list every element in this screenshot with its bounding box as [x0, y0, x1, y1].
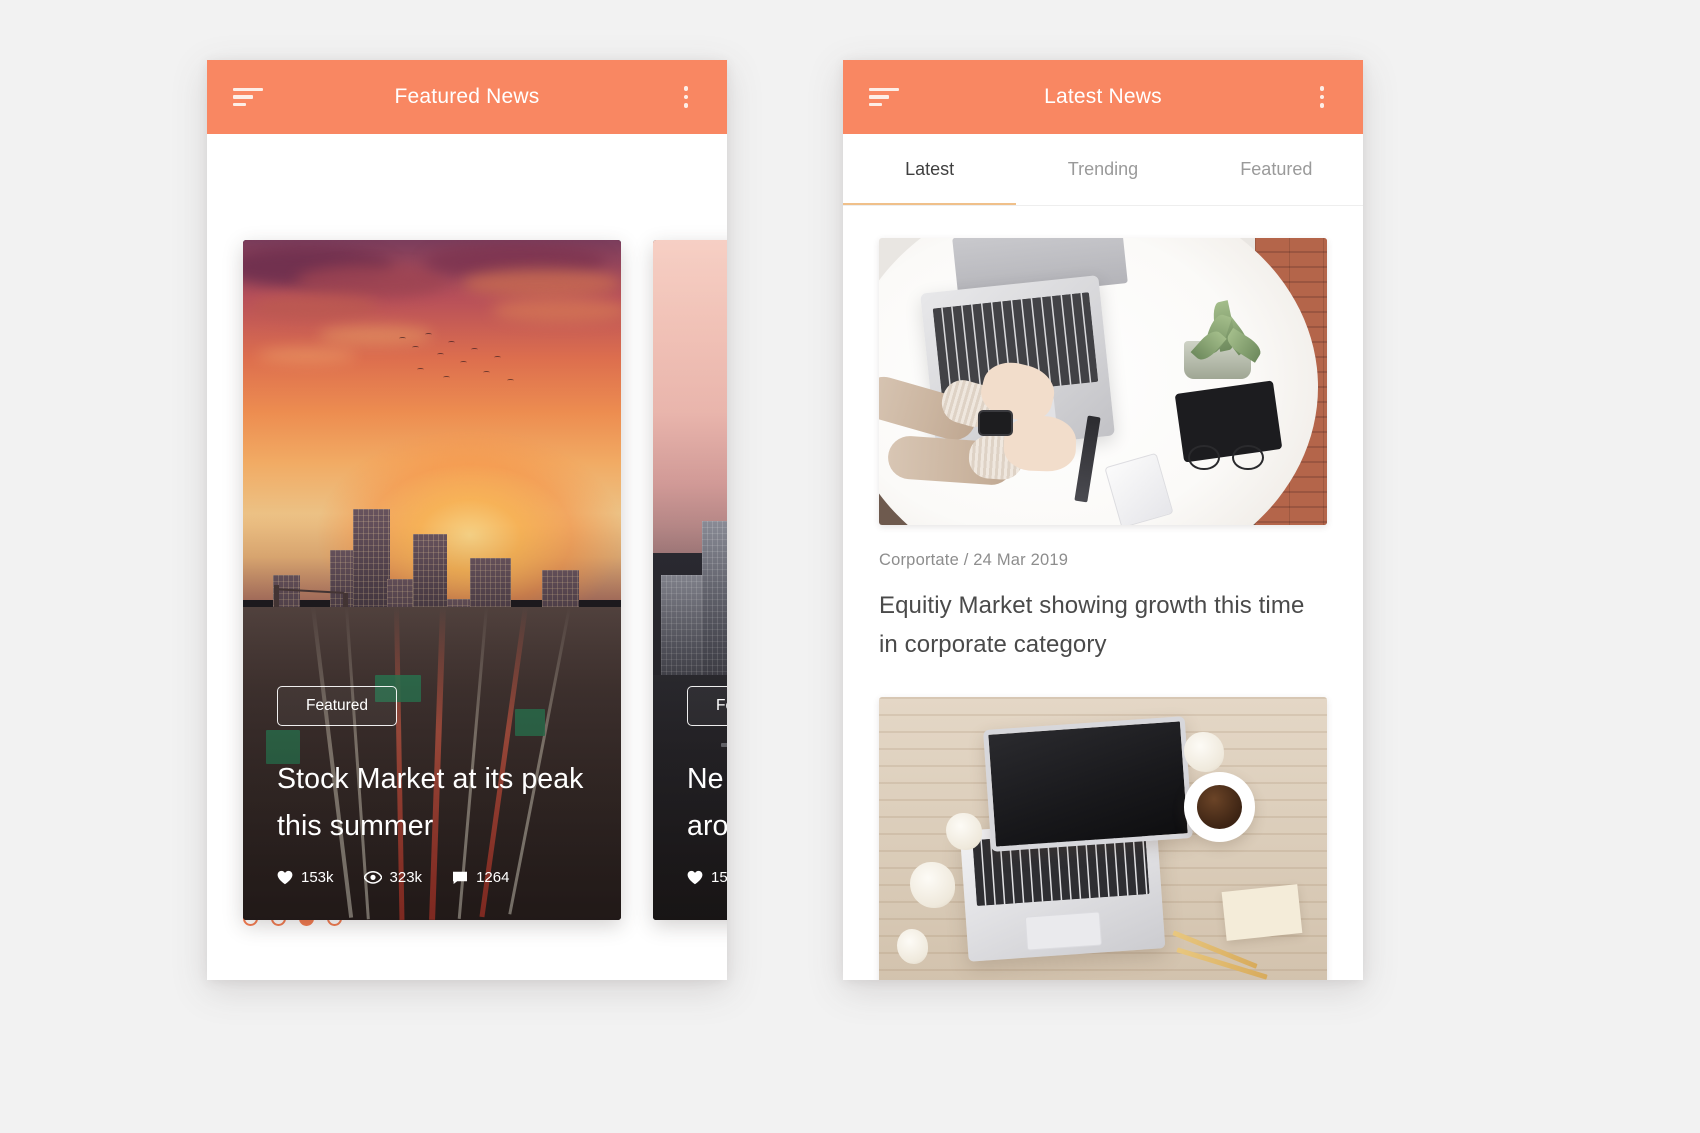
news-feed[interactable]: Corportate / 24 Mar 2019 Equitiy Market …: [843, 206, 1363, 980]
featured-news-screen: Featured News F Ne aro 15 Featured Stock…: [207, 60, 727, 980]
feed-item-1-meta: Corportate / 24 Mar 2019: [879, 551, 1069, 569]
feed-item-1-title[interactable]: Equitiy Market showing growth this time …: [879, 586, 1327, 665]
coffee-liquid: [1196, 784, 1243, 830]
laptop-trackpad: [1025, 911, 1103, 951]
stat-comments-value: 1264: [476, 869, 510, 886]
right-hand: [1003, 414, 1078, 472]
card-next-content: Featured Ne aro 153: [653, 686, 727, 920]
kebab-dot-3: [1319, 103, 1325, 108]
sort-icon[interactable]: [869, 86, 899, 108]
stat-likes-next: 153: [687, 869, 727, 886]
laptop-screen: [982, 715, 1193, 852]
stat-likes-value: 153k: [301, 869, 334, 886]
stat-comments: 1264: [452, 869, 509, 886]
news-tabbar[interactable]: Latest Trending Featured: [843, 134, 1363, 206]
tab-latest-label: Latest: [905, 159, 955, 179]
tab-latest[interactable]: Latest: [843, 134, 1017, 205]
left-appbar-title: Featured News: [394, 85, 540, 108]
eye-icon: [363, 871, 382, 884]
stat-likes-next-value: 153: [711, 869, 727, 886]
crumpled-paper: [946, 812, 983, 851]
kebab-menu-icon[interactable]: [1307, 84, 1337, 110]
sort-icon-bar-1: [869, 87, 899, 92]
featured-badge-next[interactable]: Featured: [687, 686, 727, 727]
kebab-dot-1: [1319, 86, 1325, 91]
left-appbar: Featured News: [207, 60, 727, 134]
card-next-title: Ne aro: [687, 763, 727, 842]
tab-featured-label: Featured: [1240, 159, 1313, 179]
crumpled-paper: [896, 928, 929, 964]
stat-views: 323k: [363, 869, 423, 886]
desk-laptop-hands-typing-photo: [879, 238, 1327, 525]
stat-likes: 153k: [277, 869, 334, 886]
latest-news-screen: Latest News Latest Trending Featured Cor…: [843, 60, 1363, 980]
notepad: [1221, 884, 1303, 942]
right-appbar-title: Latest News: [1044, 85, 1162, 108]
crumpled-paper: [910, 862, 956, 909]
wooden-desk-laptop-coffee-photo: [879, 696, 1327, 980]
heart-icon: [687, 870, 703, 885]
feed-item-2-image[interactable]: [879, 696, 1327, 980]
card-active-stats: 153k 323k 1264: [277, 869, 587, 886]
sort-icon[interactable]: [233, 86, 263, 108]
crumpled-paper: [1183, 731, 1224, 773]
kebab-dot-1: [683, 86, 689, 91]
sort-icon-bar-3: [233, 102, 247, 107]
sort-icon-bar-2: [233, 95, 254, 99]
kebab-dot-2: [1319, 94, 1325, 100]
comment-icon: [453, 871, 468, 884]
sort-icon-bar-3: [869, 102, 883, 107]
tab-trending[interactable]: Trending: [1016, 134, 1189, 205]
featured-badge[interactable]: Featured: [277, 686, 398, 727]
tab-featured[interactable]: Featured: [1190, 134, 1363, 205]
card-next-stats: 153: [687, 869, 727, 886]
carousel-card-active[interactable]: Featured Stock Market at its peak this s…: [243, 240, 621, 920]
sort-icon-bar-2: [869, 95, 890, 99]
feed-item-1-image[interactable]: [879, 238, 1327, 525]
kebab-menu-icon[interactable]: [671, 84, 701, 110]
sort-icon-bar-1: [233, 87, 263, 92]
smart-watch: [977, 410, 1014, 437]
kebab-dot-3: [683, 103, 689, 108]
kebab-dot-2: [683, 94, 689, 100]
card-active-content: Featured Stock Market at its peak this s…: [243, 686, 621, 920]
featured-carousel[interactable]: Featured Ne aro 153: [207, 134, 727, 980]
carousel-card-next[interactable]: Featured Ne aro 153: [653, 240, 727, 920]
eyeglasses: [1188, 444, 1265, 471]
stat-views-value: 323k: [389, 869, 423, 886]
tab-trending-label: Trending: [1067, 159, 1139, 179]
heart-icon: [277, 870, 293, 885]
right-appbar: Latest News: [843, 60, 1363, 134]
coffee-cup: [1183, 772, 1256, 842]
card-active-title: Stock Market at its peak this summer: [277, 763, 584, 842]
